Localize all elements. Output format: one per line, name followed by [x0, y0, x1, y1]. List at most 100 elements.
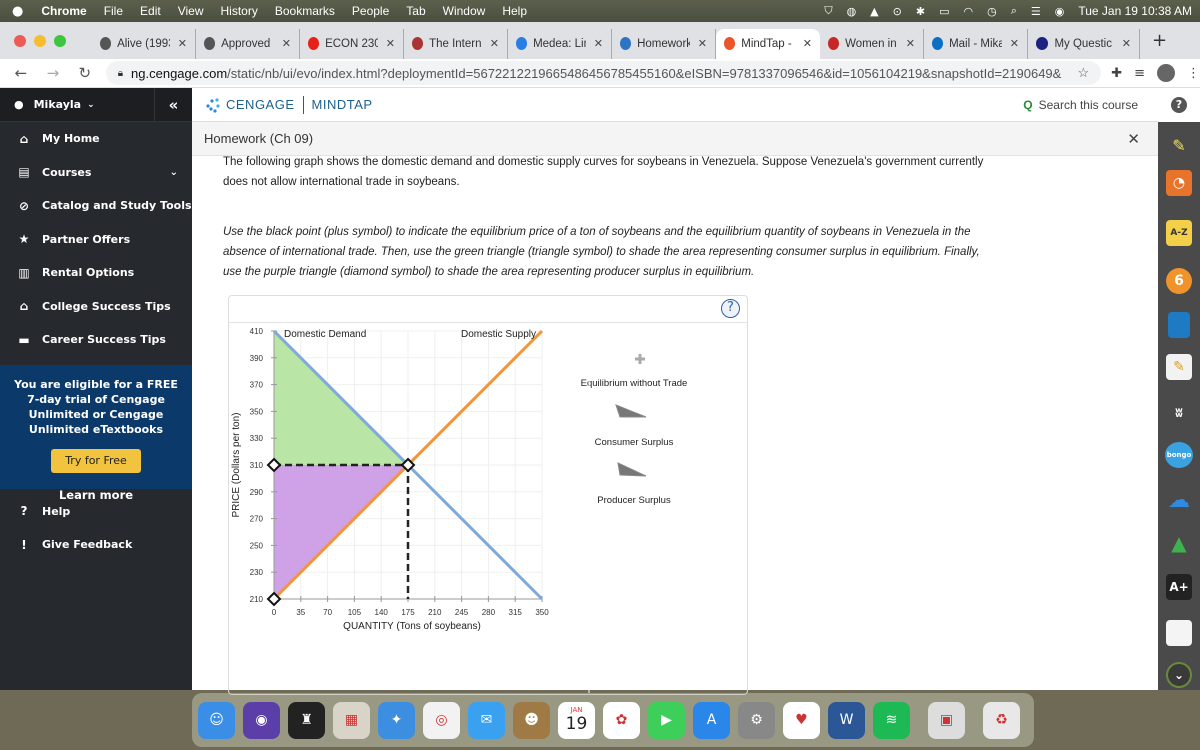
app-store-icon[interactable]: A: [693, 701, 730, 739]
launchpad-icon[interactable]: ▦: [333, 701, 370, 739]
pocket-icon[interactable]: ♥: [783, 701, 820, 739]
close-tab-icon[interactable]: ✕: [594, 37, 603, 50]
contacts-icon[interactable]: ☻: [513, 701, 550, 739]
trash-icon[interactable]: ♻: [983, 701, 1020, 739]
zoom-window-button[interactable]: [54, 34, 66, 47]
clock[interactable]: Tue Jan 19 10:38 AM: [1078, 4, 1192, 18]
sidebar-item-career-success-tips[interactable]: ▬ Career Success Tips: [0, 323, 192, 357]
menu-file[interactable]: File: [104, 4, 123, 18]
browser-tab[interactable]: My Questic ✕: [1028, 28, 1140, 59]
browser-tab[interactable]: MindTap - ✕: [716, 28, 820, 59]
help-button[interactable]: ?: [1158, 88, 1200, 122]
menu-view[interactable]: View: [178, 4, 204, 18]
spotify-icon[interactable]: ≋: [873, 701, 910, 739]
minimize-window-button[interactable]: [34, 34, 46, 47]
time-machine-icon[interactable]: ◷: [987, 5, 997, 18]
word-icon[interactable]: W: [828, 701, 865, 739]
control-center-icon[interactable]: ☰: [1031, 5, 1041, 18]
safari-icon[interactable]: ✦: [378, 701, 415, 739]
google-drive-icon[interactable]: ▲: [1166, 530, 1192, 556]
close-tab-icon[interactable]: ✕: [178, 37, 187, 50]
browser-tab[interactable]: Approved [✕: [196, 28, 300, 59]
url-field[interactable]: 🔒︎ ng.cengage.com/static/nb/ui/evo/index…: [105, 61, 1102, 85]
close-tab-icon[interactable]: ✕: [490, 37, 499, 50]
plus-point-icon[interactable]: [635, 354, 645, 364]
chrome-icon[interactable]: ◎: [423, 701, 460, 739]
triangle-tool-icon[interactable]: [615, 404, 647, 418]
shield-icon[interactable]: ⛉: [824, 4, 832, 18]
back-arrow-icon[interactable]: ←: [10, 64, 32, 82]
sidebar-item-my-home[interactable]: ⌂ My Home: [0, 122, 192, 156]
menu-bookmarks[interactable]: Bookmarks: [275, 4, 335, 18]
close-tab-icon[interactable]: ✕: [698, 37, 707, 50]
close-tab-icon[interactable]: ✕: [1122, 37, 1131, 50]
battery-icon[interactable]: ▭: [939, 5, 949, 18]
apple-icon[interactable]: ●: [12, 4, 23, 19]
siri-menu-icon[interactable]: ◉: [1055, 5, 1065, 18]
browser-tab[interactable]: Mail - Mika ✕: [924, 28, 1028, 59]
try-for-free-button[interactable]: Try for Free: [51, 448, 141, 473]
menu-edit[interactable]: Edit: [140, 4, 161, 18]
grammarly-icon[interactable]: ◍: [847, 5, 857, 18]
rss-icon[interactable]: ◔: [1166, 170, 1192, 196]
close-tab-icon[interactable]: ✕: [803, 37, 812, 50]
menu-window[interactable]: Window: [443, 4, 486, 18]
media-control-icon[interactable]: ≡: [1134, 66, 1145, 81]
diamond-tool-icon[interactable]: [617, 462, 647, 477]
bell-icon[interactable]: ▲: [870, 5, 878, 18]
collapse-sidebar-button[interactable]: «: [154, 87, 192, 122]
browser-tab[interactable]: Medea: Lin ✕: [508, 28, 612, 59]
browser-tab[interactable]: Homework ✕: [612, 28, 716, 59]
forward-arrow-icon[interactable]: →: [42, 64, 64, 82]
profile-avatar[interactable]: [1157, 64, 1176, 82]
sidebar-item-catalog-and-study-tools[interactable]: ⊘ Catalog and Study Tools: [0, 189, 192, 223]
photos-icon[interactable]: ✿: [603, 701, 640, 739]
menu-help[interactable]: Help: [502, 4, 527, 18]
bongo-icon[interactable]: bongo: [1165, 442, 1193, 468]
flashcards-icon[interactable]: [1166, 620, 1192, 646]
supply-demand-chart[interactable]: 0 35 70 105 140 175 210 245 280 315 350 210 230 250 27…: [229, 323, 747, 693]
preview-icon[interactable]: ▣: [928, 701, 965, 739]
cengage-6-icon[interactable]: 6: [1166, 268, 1192, 294]
notes-icon[interactable]: ✎: [1166, 354, 1192, 380]
play-icon[interactable]: ⊙: [893, 5, 902, 18]
notebook-icon[interactable]: [1168, 312, 1190, 338]
browser-tab[interactable]: Women in ✕: [820, 28, 924, 59]
highlighter-icon[interactable]: ✎: [1166, 132, 1192, 158]
extensions-icon[interactable]: ✚: [1111, 66, 1122, 81]
spotlight-icon[interactable]: ⌕: [1011, 4, 1017, 18]
sidebar-item-rental-options[interactable]: ▥ Rental Options: [0, 256, 192, 290]
wifi-icon[interactable]: ◠: [963, 5, 973, 18]
menu-people[interactable]: People: [352, 4, 389, 18]
sidebar-item-partner-offers[interactable]: ★ Partner Offers: [0, 223, 192, 257]
browser-tab[interactable]: The Interne ✕: [404, 28, 508, 59]
sidebar-item-college-success-tips[interactable]: ⌂ College Success Tips: [0, 290, 192, 324]
cengage-mindtap-logo[interactable]: CENGAGE MINDTAP: [204, 95, 373, 114]
close-homework-button[interactable]: ✕: [1127, 130, 1140, 148]
browser-tab[interactable]: ECON 230 ✕: [300, 28, 404, 59]
close-tab-icon[interactable]: ✕: [1010, 37, 1019, 50]
graph-help-button[interactable]: ?: [721, 299, 740, 318]
reload-icon[interactable]: ↻: [74, 64, 96, 82]
facetime-icon[interactable]: ▶: [648, 701, 685, 739]
new-tab-button[interactable]: +: [1152, 30, 1167, 51]
browser-tab[interactable]: Alive (1993 ✕: [92, 28, 196, 59]
mail-icon[interactable]: ✉: [468, 701, 505, 739]
search-course-button[interactable]: Q Search this course: [1023, 98, 1138, 112]
sidebar-item-give-feedback[interactable]: ! Give Feedback: [0, 528, 192, 562]
menu-history[interactable]: History: [221, 4, 258, 18]
alfred-icon[interactable]: ♜: [288, 701, 325, 739]
calendar-icon[interactable]: JAN 19: [558, 701, 595, 739]
menu-chrome[interactable]: Chrome: [41, 4, 86, 18]
glossary-az-icon[interactable]: A-Z: [1166, 220, 1192, 246]
menu-tab[interactable]: Tab: [406, 4, 425, 18]
bluetooth-icon[interactable]: ✱: [916, 5, 925, 18]
close-tab-icon[interactable]: ✕: [282, 37, 291, 50]
user-menu[interactable]: ● Mikayla ⌄ «: [0, 87, 192, 122]
close-window-button[interactable]: [14, 34, 26, 47]
close-tab-icon[interactable]: ✕: [906, 37, 915, 50]
scroll-down-icon[interactable]: ⌄: [1166, 662, 1192, 688]
sidebar-item-courses[interactable]: ▤ Courses ⌄: [0, 156, 192, 190]
onedrive-icon[interactable]: ☁: [1166, 487, 1192, 513]
readspeaker-icon[interactable]: ʬ: [1166, 400, 1192, 426]
